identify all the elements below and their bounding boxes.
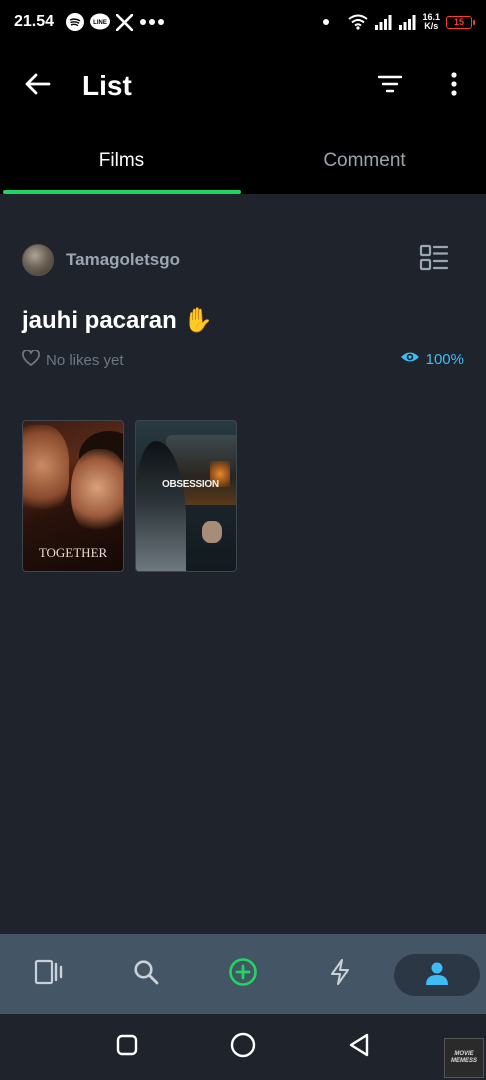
back-system-button[interactable] <box>344 1032 374 1062</box>
search-icon <box>133 959 159 990</box>
battery-icon: 15 <box>446 15 475 29</box>
signal-icon <box>398 14 416 30</box>
dot-icon <box>322 18 330 26</box>
nav-activity-button[interactable] <box>291 934 388 1014</box>
film-icon <box>34 959 64 990</box>
app-bar: List <box>0 44 486 128</box>
add-circle-icon <box>228 957 258 992</box>
watermark-line2: MEMESS <box>450 1058 477 1064</box>
back-button[interactable] <box>18 66 58 106</box>
line-icon: LINE <box>90 13 111 31</box>
square-icon <box>115 1033 139 1062</box>
watched-percentage-text: 100% <box>425 350 464 368</box>
list-owner-row: Tamagoletsgo <box>22 242 452 278</box>
more-vert-icon <box>450 71 458 101</box>
svg-text:LINE: LINE <box>93 20 107 26</box>
film-posters-grid: TOGETHER OBSESSION <box>22 420 237 572</box>
page-title: List <box>82 70 132 101</box>
tab-films[interactable]: Films <box>0 128 243 194</box>
status-bar: 21.54 LINE 16.1 K/s 15 <box>0 0 486 44</box>
wifi-icon <box>348 14 369 30</box>
system-status-icons: 16.1 K/s 15 <box>322 13 475 31</box>
filter-button[interactable] <box>368 64 412 108</box>
notification-icons: LINE <box>66 13 165 31</box>
network-speed-unit: K/s <box>424 21 439 31</box>
list-title: jauhi pacaran ✋ <box>22 307 214 334</box>
nav-search-button[interactable] <box>97 934 194 1014</box>
network-speed: 16.1 K/s <box>422 13 440 31</box>
recent-apps-button[interactable] <box>112 1032 142 1062</box>
status-time: 21.54 <box>14 13 55 30</box>
tab-comment[interactable]: Comment <box>243 128 486 194</box>
watched-percentage: 100% <box>400 350 464 368</box>
heart-icon <box>22 349 40 370</box>
watermark-line1: MOVIE <box>454 1051 474 1057</box>
signal-icon <box>374 14 392 30</box>
circle-icon <box>229 1031 257 1064</box>
eye-icon <box>400 350 420 368</box>
list-view-icon <box>419 244 449 277</box>
owner-name[interactable]: Tamagoletsgo <box>66 250 180 270</box>
triangle-back-icon <box>347 1032 371 1063</box>
activity-bolt-icon <box>329 958 351 991</box>
filter-icon <box>377 74 403 99</box>
likes-info[interactable]: No likes yet <box>22 349 124 370</box>
more-dots-icon <box>139 18 165 26</box>
system-navigation-bar <box>0 1014 486 1080</box>
view-mode-toggle[interactable] <box>416 242 452 278</box>
more-options-button[interactable] <box>432 64 476 108</box>
spotify-icon <box>66 13 85 31</box>
nav-profile-active[interactable] <box>394 954 480 996</box>
avatar[interactable] <box>22 244 54 276</box>
watermark-logo: MOVIE MEMESS <box>444 1038 484 1078</box>
film-poster[interactable]: TOGETHER <box>22 420 124 572</box>
film-poster-title: OBSESSION <box>162 479 219 490</box>
nav-add-button[interactable] <box>194 934 291 1014</box>
x-icon <box>116 13 134 31</box>
film-poster[interactable]: OBSESSION <box>135 420 237 572</box>
home-button[interactable] <box>228 1032 258 1062</box>
back-arrow-icon <box>25 73 51 100</box>
film-poster-title: TOGETHER <box>38 545 108 560</box>
nav-films-button[interactable] <box>0 934 97 1014</box>
tab-bar: Films Comment <box>0 128 486 194</box>
profile-icon <box>424 960 450 991</box>
likes-text: No likes yet <box>46 351 124 369</box>
